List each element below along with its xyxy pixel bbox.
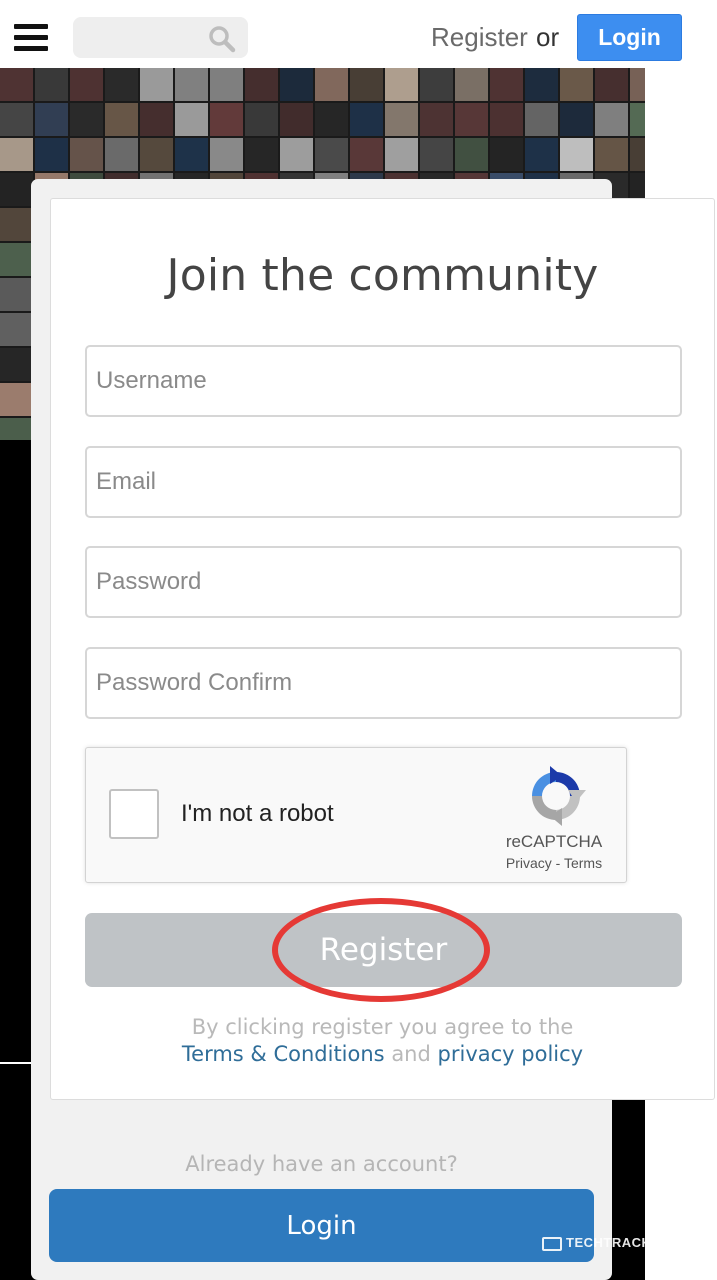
collage-tile [350, 103, 383, 136]
collage-tile [350, 138, 383, 171]
collage-tile [105, 68, 138, 101]
collage-tile [175, 103, 208, 136]
collage-tile [0, 418, 33, 440]
collage-tile [560, 68, 593, 101]
collage-tile [0, 68, 33, 101]
password-confirm-input[interactable] [96, 649, 666, 717]
collage-tile [455, 68, 488, 101]
recaptcha-privacy-link[interactable]: Privacy [506, 855, 552, 871]
collage-tile [315, 138, 348, 171]
collage-tile [140, 103, 173, 136]
collage-tile [595, 138, 628, 171]
collage-tile [315, 103, 348, 136]
collage-tile [350, 68, 383, 101]
search-icon[interactable] [208, 25, 236, 53]
collage-tile [455, 138, 488, 171]
collage-tile [105, 138, 138, 171]
collage-tile [0, 208, 33, 241]
recaptcha-label: I'm not a robot [181, 800, 334, 827]
collage-tile [385, 68, 418, 101]
collage-tile [490, 138, 523, 171]
register-button[interactable]: Register [85, 913, 682, 987]
collage-tile [560, 103, 593, 136]
search-input[interactable] [83, 23, 207, 53]
collage-tile [525, 68, 558, 101]
privacy-policy-link[interactable]: privacy policy [438, 1042, 584, 1066]
recaptcha-brand: reCAPTCHA [505, 832, 603, 851]
collage-tile [525, 103, 558, 136]
recaptcha-separator: - [555, 855, 561, 871]
collage-tile [175, 138, 208, 171]
collage-tile [0, 313, 33, 346]
watermark-icon [542, 1236, 562, 1251]
collage-tile [35, 138, 68, 171]
email-field[interactable] [85, 446, 682, 518]
collage-tile [210, 103, 243, 136]
collage-tile [385, 103, 418, 136]
collage-tile [280, 68, 313, 101]
password-field[interactable] [85, 546, 682, 618]
agree-text: By clicking register you agree to the [191, 1015, 574, 1039]
collage-tile [140, 138, 173, 171]
collage-tile [0, 103, 33, 136]
collage-tile [490, 68, 523, 101]
collage-tile [560, 138, 593, 171]
collage-tile [0, 348, 33, 381]
collage-tile [0, 383, 33, 416]
collage-tile [70, 68, 103, 101]
collage-tile [175, 68, 208, 101]
email-input[interactable] [96, 448, 666, 516]
collage-tile [70, 103, 103, 136]
collage-tile [140, 68, 173, 101]
collage-tile [245, 68, 278, 101]
collage-tile [525, 138, 558, 171]
collage-tile [210, 138, 243, 171]
collage-tile [280, 103, 313, 136]
collage-tile [630, 68, 645, 101]
hamburger-menu-icon[interactable] [14, 24, 48, 52]
password-input[interactable] [96, 548, 666, 616]
collage-tile [630, 103, 645, 136]
collage-tile [280, 138, 313, 171]
collage-tile [455, 103, 488, 136]
collage-tile [420, 103, 453, 136]
header-register-link[interactable]: Register [431, 22, 528, 53]
collage-tile [385, 138, 418, 171]
login-button[interactable]: Login [49, 1189, 594, 1262]
collage-tile [210, 68, 243, 101]
collage-tile [630, 138, 645, 171]
watermark-logo: TECHTRACKER [542, 1235, 702, 1255]
username-field[interactable] [85, 345, 682, 417]
recaptcha-terms-link[interactable]: Terms [564, 855, 602, 871]
and-text: and [391, 1042, 431, 1066]
collage-tile [595, 68, 628, 101]
collage-tile [70, 138, 103, 171]
header-or-text: or [536, 22, 560, 52]
top-navigation-bar: Register or Login [0, 0, 717, 68]
collage-tile [595, 103, 628, 136]
collage-tile [105, 103, 138, 136]
password-confirm-field[interactable] [85, 647, 682, 719]
page-title: Join the community [166, 250, 599, 301]
collage-tile [315, 68, 348, 101]
collage-tile [35, 103, 68, 136]
watermark-text: TECHTRACKER [566, 1235, 671, 1250]
already-account-text: Already have an account? [185, 1152, 458, 1176]
terms-agreement-text: By clicking register you agree to the Te… [0, 1014, 717, 1068]
recaptcha-links: Privacy - Terms [486, 855, 622, 871]
terms-conditions-link[interactable]: Terms & Conditions [182, 1042, 385, 1066]
recaptcha-checkbox[interactable] [109, 789, 159, 839]
recaptcha-logo-icon [532, 766, 586, 826]
recaptcha-widget: I'm not a robot reCAPTCHA Privacy - Term… [85, 747, 627, 883]
collage-tile [0, 173, 33, 206]
collage-tile [0, 138, 33, 171]
collage-tile [245, 138, 278, 171]
header-login-button[interactable]: Login [577, 14, 682, 61]
collage-tile [420, 68, 453, 101]
username-input[interactable] [96, 347, 666, 415]
collage-tile [35, 68, 68, 101]
collage-tile [420, 138, 453, 171]
collage-tile [245, 103, 278, 136]
collage-tile [490, 103, 523, 136]
